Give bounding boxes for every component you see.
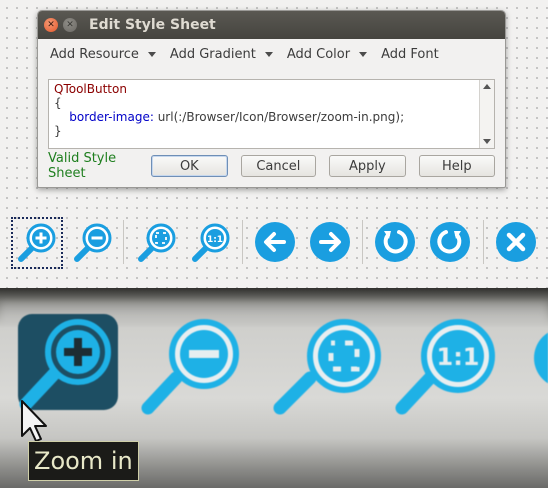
zoomed-photo: 1:1 Zoom in xyxy=(0,288,548,488)
validity-status: Valid Style Sheet xyxy=(48,151,117,181)
edit-style-sheet-dialog: ✕ ✕ Edit Style Sheet Add Resource Add Gr… xyxy=(37,10,506,188)
back-arrow-icon xyxy=(534,332,548,384)
add-font-label: Add Font xyxy=(381,46,439,62)
zoom-out-icon[interactable] xyxy=(72,222,114,264)
add-resource-label: Add Resource xyxy=(50,46,139,62)
add-color-menu[interactable]: Add Color xyxy=(286,46,368,62)
minimize-window-button[interactable]: ✕ xyxy=(63,18,77,32)
toolbar-buttons-row: 1:1 xyxy=(0,212,548,272)
dropdown-arrow-icon xyxy=(359,51,368,57)
help-button[interactable]: Help xyxy=(418,155,496,177)
rotate-right-icon[interactable] xyxy=(429,221,471,263)
add-color-label: Add Color xyxy=(286,46,351,62)
dropdown-arrow-icon xyxy=(264,51,273,57)
close-window-button[interactable]: ✕ xyxy=(44,18,58,32)
add-font-menu[interactable]: Add Font xyxy=(381,47,439,62)
close-icon[interactable] xyxy=(495,221,537,263)
stylesheet-editor[interactable]: QToolButton { border-image: url(:/Browse… xyxy=(48,79,495,149)
code-selector: QToolButton xyxy=(54,82,127,96)
zoom-original-icon[interactable]: 1:1 xyxy=(190,222,232,264)
svg-text:1:1: 1:1 xyxy=(437,343,480,371)
svg-text:1:1: 1:1 xyxy=(207,235,223,245)
ok-button[interactable]: OK xyxy=(151,155,228,177)
minimize-icon: ✕ xyxy=(66,19,74,30)
code-close-brace: } xyxy=(54,124,62,138)
code-value: url(:/Browser/Icon/Browser/zoom-in.png); xyxy=(153,110,405,124)
zoom-in-tooltip: Zoom in xyxy=(28,441,139,481)
stylesheet-toolbar: Add Resource Add Gradient Add Color Add … xyxy=(38,39,505,69)
back-arrow-icon[interactable] xyxy=(254,221,296,263)
zoom-out-icon xyxy=(141,319,239,415)
code-property: border-image: xyxy=(69,110,154,124)
zoom-fit-icon xyxy=(273,319,381,415)
toolbar-separator xyxy=(123,220,124,264)
title-bar: ✕ ✕ Edit Style Sheet xyxy=(38,11,505,39)
zoom-in-icon xyxy=(18,314,118,411)
toolbar-separator xyxy=(362,220,363,264)
dropdown-arrow-icon xyxy=(147,51,156,57)
apply-button[interactable]: Apply xyxy=(329,155,406,177)
toolbar-separator xyxy=(483,220,484,264)
dialog-button-row: Valid Style Sheet OK Cancel Apply Help xyxy=(48,151,496,181)
zoom-fit-icon[interactable] xyxy=(136,222,178,264)
mouse-pointer-icon xyxy=(21,400,47,442)
editor-scrollbar[interactable] xyxy=(479,80,494,148)
forward-arrow-icon[interactable] xyxy=(309,221,351,263)
cancel-button[interactable]: Cancel xyxy=(240,155,317,177)
add-gradient-label: Add Gradient xyxy=(169,46,256,62)
scroll-down-icon[interactable] xyxy=(483,139,491,144)
add-gradient-menu[interactable]: Add Gradient xyxy=(170,47,273,62)
zoom-in-icon[interactable] xyxy=(16,222,58,264)
close-icon: ✕ xyxy=(47,19,55,30)
toolbar-separator xyxy=(242,220,243,264)
add-resource-menu[interactable]: Add Resource xyxy=(50,47,156,62)
code-open-brace: { xyxy=(54,96,62,110)
scroll-up-icon[interactable] xyxy=(483,84,491,89)
dialog-title: Edit Style Sheet xyxy=(89,17,216,33)
zoom-original-icon: 1:1 xyxy=(395,319,495,415)
rotate-left-icon[interactable] xyxy=(374,221,416,263)
